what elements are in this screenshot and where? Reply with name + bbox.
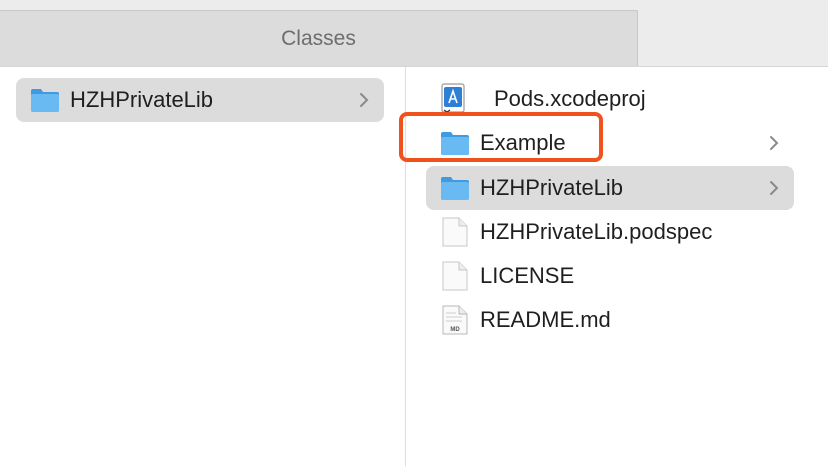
document-icon (442, 217, 468, 247)
xcodeproj-icon (441, 83, 465, 115)
column2-item-label: Pods.xcodeproj (494, 86, 646, 111)
column-divider (405, 67, 406, 466)
markdown-document-icon: MD (442, 305, 468, 335)
folder-icon (441, 132, 469, 155)
chevron-right-icon (770, 136, 779, 150)
tab-classes-label: Classes (281, 26, 356, 50)
column2-item-hzhprivatelib[interactable]: HZHPrivateLib (426, 166, 794, 210)
column2-item-label: Example (480, 130, 566, 155)
markdown-icon-text: MD (450, 327, 460, 333)
column1-item-label: HZHPrivateLib (70, 87, 214, 112)
column2-item-readme[interactable]: MD README.md (426, 298, 794, 342)
column2-item-example[interactable]: Example (426, 121, 794, 165)
column2-item-label: HZHPrivateLib (480, 175, 624, 200)
column2-item-podspec[interactable]: HZHPrivateLib.podspec (426, 210, 794, 254)
folder-icon (31, 89, 59, 112)
column2-item-label: README.md (480, 307, 611, 332)
column2-item-license[interactable]: LICENSE (426, 254, 794, 298)
column2-item-pods-xcodeproj[interactable]: Pods.xcodeproj (426, 77, 794, 121)
chevron-right-icon (360, 93, 369, 107)
tab-classes[interactable]: Classes (0, 10, 638, 66)
chevron-right-icon (770, 181, 779, 195)
column2-item-label: HZHPrivateLib.podspec (480, 219, 713, 244)
document-icon (442, 261, 468, 291)
column1-item-hzhprivatelib[interactable]: HZHPrivateLib (16, 78, 384, 122)
tab-bar: Classes (0, 0, 828, 67)
folder-icon (441, 177, 469, 200)
column2-item-label: LICENSE (480, 263, 575, 288)
